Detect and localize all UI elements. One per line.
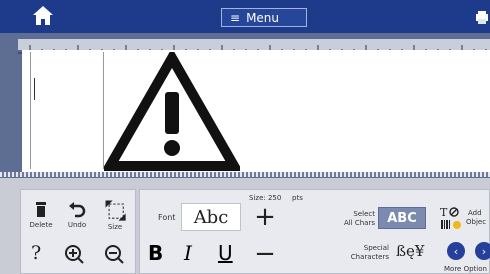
- undo-label: Undo: [67, 221, 87, 229]
- undo-button[interactable]: Undo: [60, 199, 94, 229]
- object-label: Objec: [466, 218, 487, 226]
- font-size-label: Size: 250: [249, 194, 282, 202]
- special-characters-button[interactable]: ßę¥: [396, 242, 424, 260]
- label-border-frame: [30, 52, 104, 169]
- chevron-left-icon[interactable]: ‹: [447, 242, 465, 260]
- special-label: Special: [363, 244, 389, 252]
- font-size-unit: pts: [292, 194, 303, 202]
- zoom-out-icon[interactable]: [103, 243, 125, 269]
- decrease-size-button[interactable]: −: [251, 241, 279, 269]
- more-options-label: More Option: [444, 265, 487, 273]
- canvas-divider: [0, 172, 490, 177]
- characters-label: Characters: [350, 253, 389, 261]
- add-label: Add: [468, 209, 482, 217]
- add-object-button[interactable]: T: [438, 205, 464, 235]
- delete-button[interactable]: Delete: [24, 199, 58, 229]
- font-preview-button[interactable]: Abc: [181, 203, 241, 231]
- horizontal-ruler: [18, 39, 490, 54]
- select-all-chars-button[interactable]: ABC: [378, 207, 426, 229]
- select-label: Select: [353, 210, 375, 218]
- increase-size-button[interactable]: +: [251, 203, 279, 231]
- svg-text:T: T: [440, 206, 448, 219]
- chevron-right-icon[interactable]: ›: [475, 242, 490, 260]
- question-icon[interactable]: ?: [31, 242, 41, 264]
- delete-label: Delete: [29, 221, 53, 229]
- italic-button[interactable]: I: [184, 241, 192, 265]
- bold-button[interactable]: B: [148, 241, 163, 265]
- all-chars-label: All Chars: [343, 219, 375, 227]
- zoom-in-icon[interactable]: [63, 243, 85, 269]
- menu-label: Menu: [246, 10, 280, 25]
- text-cursor: [34, 78, 35, 100]
- size-label: Size: [107, 223, 123, 231]
- font-label: Font: [158, 213, 176, 222]
- size-button[interactable]: Size: [98, 197, 132, 231]
- undo-icon: [69, 202, 86, 218]
- trash-icon: [36, 202, 46, 217]
- home-icon[interactable]: [30, 3, 56, 29]
- printer-icon[interactable]: [474, 9, 490, 25]
- underline-button[interactable]: U: [218, 241, 233, 265]
- resize-icon: [105, 200, 126, 221]
- menu-button[interactable]: ≡ Menu: [221, 8, 307, 27]
- hamburger-icon: ≡: [230, 10, 241, 25]
- warning-triangle-icon[interactable]: [101, 47, 243, 172]
